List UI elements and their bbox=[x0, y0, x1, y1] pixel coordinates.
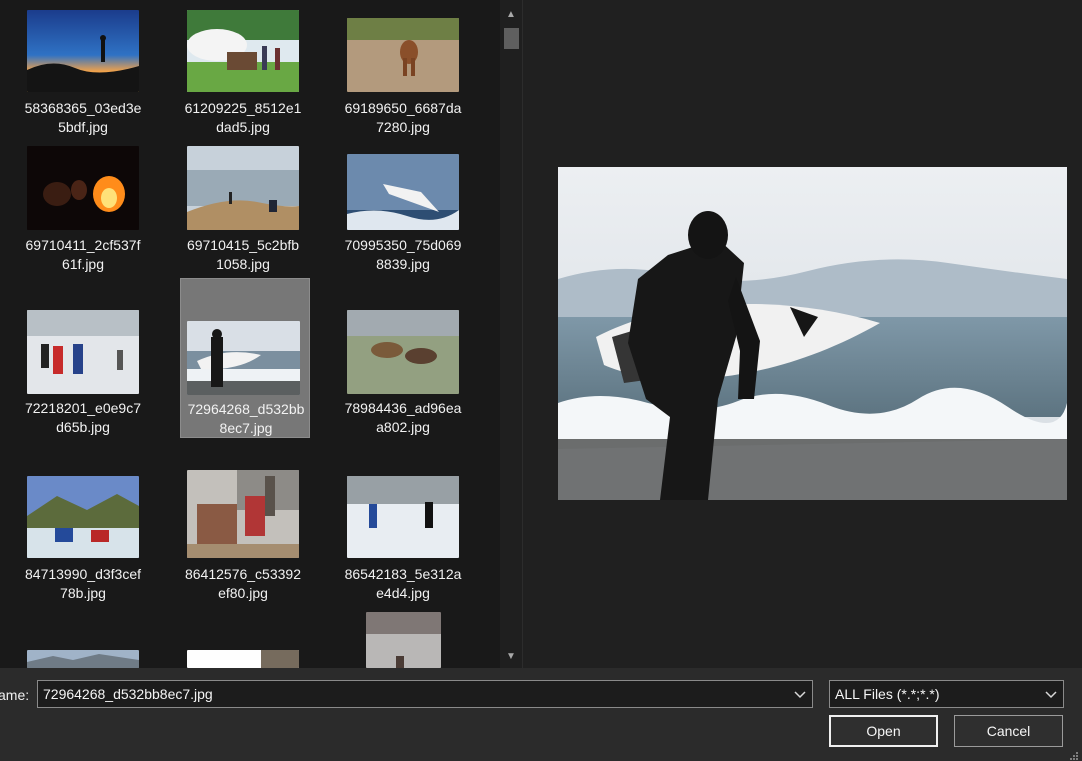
file-name: 84713990_d3f3cef 78b.jpg bbox=[25, 566, 141, 601]
file-item-61209225[interactable]: 61209225_8512e1 dad5.jpg bbox=[178, 0, 308, 160]
thumbnail-parade bbox=[187, 470, 299, 558]
chevron-down-icon[interactable] bbox=[1043, 685, 1059, 703]
file-name: 72218201_e0e9c7 d65b.jpg bbox=[24, 400, 141, 435]
open-button[interactable]: Open bbox=[829, 715, 938, 747]
file-name-value[interactable]: 72964268_d532bb8ec7.jpg bbox=[43, 686, 213, 702]
file-item-70995350[interactable]: 70995350_75d069 8839.jpg bbox=[338, 137, 468, 297]
file-name: 61209225_8512e1 dad5.jpg bbox=[184, 100, 302, 135]
file-name: 58368365_03ed3e 5bdf.jpg bbox=[24, 100, 142, 135]
scrollbar-thumb[interactable] bbox=[504, 28, 519, 49]
file-item-86542183[interactable]: 86542183_5e312a e4d4.jpg bbox=[338, 466, 468, 626]
thumbnail-campfire bbox=[27, 146, 139, 230]
file-item-86412576[interactable]: 86412576_c53392 ef80.jpg bbox=[178, 466, 308, 626]
thumbnail-surfer bbox=[187, 321, 300, 395]
file-name-input[interactable]: 72964268_d532bb8ec7.jpg bbox=[37, 680, 813, 708]
file-item-58368365[interactable]: 58368365_03ed3e 5bdf.jpg bbox=[18, 0, 148, 160]
file-name: 69189650_6687da 7280.jpg bbox=[344, 100, 462, 135]
file-type-select[interactable]: ALL Files (*.*;*.*) bbox=[829, 680, 1064, 708]
file-name: 69710415_5c2bfb 1058.jpg bbox=[186, 237, 300, 272]
file-name: 72964268_d532bb 8ec7.jpg bbox=[187, 401, 305, 436]
file-name: 86542183_5e312a e4d4.jpg bbox=[344, 566, 462, 601]
file-item-69189650[interactable]: 69189650_6687da 7280.jpg bbox=[338, 0, 468, 160]
file-item-78984436[interactable]: 78984436_ad96ea a802.jpg bbox=[338, 278, 468, 438]
file-name-label: ame: bbox=[0, 687, 30, 703]
thumbnail-coastal-hill bbox=[187, 146, 299, 230]
vertical-scrollbar[interactable]: ▲ ▼ bbox=[500, 0, 522, 668]
thumbnail-sunset-silhouette bbox=[27, 10, 139, 92]
file-thumbnail-pane: 58368365_03ed3e 5bdf.jpg 61209225_8512e1… bbox=[0, 0, 500, 668]
file-name: 78984436_ad96ea a802.jpg bbox=[344, 400, 462, 435]
file-name: 86412576_c53392 ef80.jpg bbox=[184, 566, 301, 601]
thumbnail-windsurfer bbox=[347, 154, 459, 230]
scroll-down-icon[interactable]: ▼ bbox=[500, 646, 522, 668]
thumbnail-running-dogs bbox=[347, 310, 459, 394]
thumbnail-river-rafting bbox=[27, 476, 139, 558]
preview-image bbox=[558, 167, 1067, 500]
file-item-72964268-selected[interactable]: 72964268_d532bb 8ec7.jpg bbox=[180, 278, 310, 438]
file-dialog-footer: ame: 72964268_d532bb8ec7.jpg ALL Files (… bbox=[0, 668, 1082, 761]
file-item-69710415[interactable]: 69710415_5c2bfb 1058.jpg bbox=[178, 137, 308, 297]
preview-pane bbox=[522, 0, 1082, 668]
thumbnail-partial-snow[interactable] bbox=[187, 650, 299, 668]
thumbnail-partial-fog[interactable] bbox=[366, 612, 441, 668]
file-name: 70995350_75d069 8839.jpg bbox=[344, 237, 462, 272]
file-type-value[interactable]: ALL Files (*.*;*.*) bbox=[835, 686, 940, 702]
scroll-up-icon[interactable]: ▲ bbox=[500, 4, 522, 26]
file-item-69710411[interactable]: 69710411_2cf537f 61f.jpg bbox=[18, 137, 148, 297]
file-item-84713990[interactable]: 84713990_d3f3cef 78b.jpg bbox=[18, 466, 148, 626]
thumbnail-ice-hockey bbox=[347, 476, 459, 558]
thumbnail-snow-runners bbox=[27, 310, 139, 394]
thumbnail-partial-mountains[interactable] bbox=[27, 650, 139, 668]
resize-grip-icon[interactable] bbox=[1069, 748, 1079, 760]
chevron-down-icon[interactable] bbox=[792, 685, 808, 703]
file-item-72218201[interactable]: 72218201_e0e9c7 d65b.jpg bbox=[18, 278, 148, 438]
thumbnail-dog-field bbox=[347, 18, 459, 92]
thumbnail-cannon-reenactment bbox=[187, 10, 299, 92]
cancel-button[interactable]: Cancel bbox=[954, 715, 1063, 747]
file-name: 69710411_2cf537f 61f.jpg bbox=[25, 237, 141, 272]
